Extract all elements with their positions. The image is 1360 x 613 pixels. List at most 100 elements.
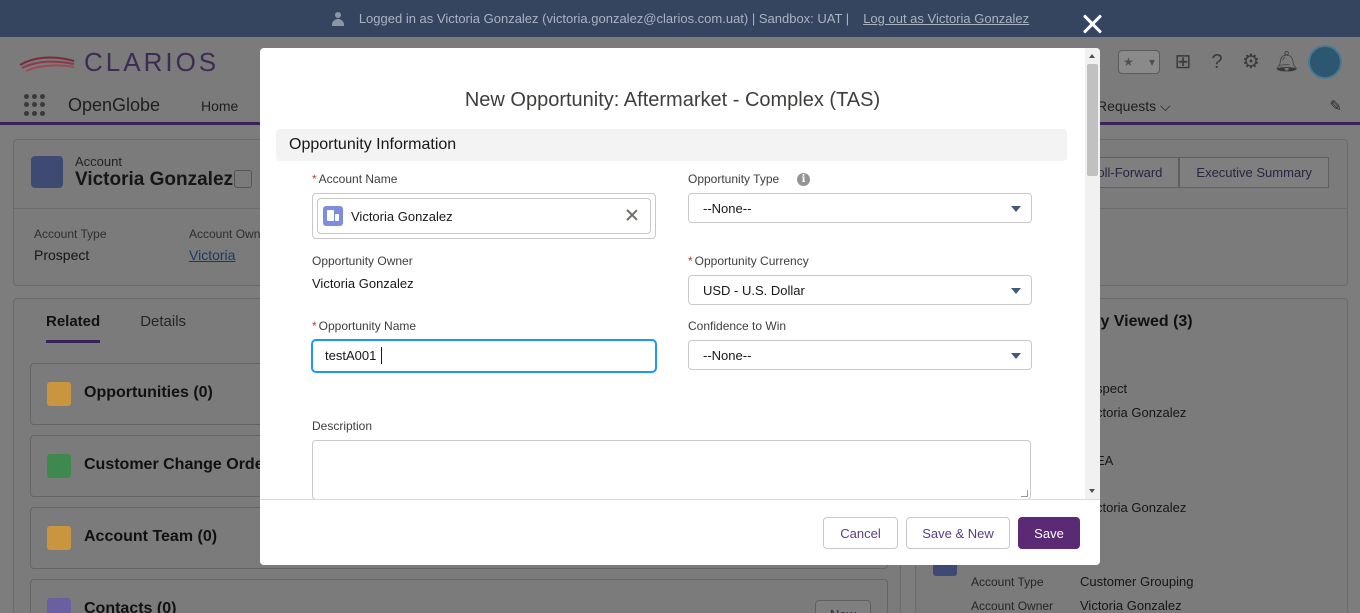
gear-icon[interactable]: ⚙ <box>1240 51 1262 73</box>
related-list-title[interactable]: Customer Change Orde <box>84 456 264 474</box>
opportunity-name-value: testA001 <box>325 348 377 363</box>
chevron-down-icon: ⌵ <box>1160 98 1171 114</box>
related-list-title[interactable]: Contacts (0) <box>84 600 176 613</box>
save-button[interactable]: Save <box>1018 517 1080 549</box>
owner-label: Opportunity Owner <box>312 254 413 268</box>
scroll-thumb[interactable] <box>1087 64 1098 176</box>
hierarchy-icon[interactable] <box>234 170 252 188</box>
contact-icon <box>47 598 71 613</box>
account-name-label: * Account Name <box>312 172 397 186</box>
recent-field-label: Account Type <box>971 575 1044 589</box>
recently-viewed-title: ly Viewed (3) <box>1096 313 1193 330</box>
account-name-label-text: Account Name <box>318 172 398 186</box>
related-list-card: Contacts (0) New <box>30 579 888 613</box>
opportunity-type-label: Opportunity Type <box>688 172 780 186</box>
chevron-down-icon <box>1011 206 1021 212</box>
owner-value: Victoria Gonzalez <box>312 276 414 291</box>
star-icon: ★ <box>1123 55 1134 69</box>
account-pill[interactable]: Victoria Gonzalez <box>317 198 651 234</box>
global-add-icon[interactable]: ⊞ <box>1172 51 1194 73</box>
help-icon[interactable]: ? <box>1206 51 1228 73</box>
modal-title: New Opportunity: Aftermarket - Complex (… <box>464 89 881 111</box>
logout-link[interactable]: Log out as Victoria Gonzalez <box>863 11 1029 26</box>
account-icon <box>31 156 63 188</box>
recent-field-value: Customer Grouping <box>1080 574 1194 589</box>
opportunity-name-label-text: Opportunity Name <box>318 319 417 333</box>
resize-grip-icon[interactable] <box>1021 490 1028 497</box>
recent-item-text[interactable]: ctoria Gonzalez <box>1096 405 1186 420</box>
tab-related[interactable]: Related <box>46 313 101 343</box>
favorites-button[interactable]: ★ ▾ <box>1118 50 1160 74</box>
tab-details[interactable]: Details <box>140 313 186 343</box>
app-name: OpenGlobe <box>68 95 161 115</box>
banner-text: Logged in as Victoria Gonzalez (victoria… <box>358 11 850 26</box>
description-label: Description <box>312 419 373 433</box>
opportunity-type-value: --None-- <box>703 201 752 216</box>
nav-item-requests[interactable]: Requests ⌵ <box>1097 98 1171 115</box>
info-icon[interactable]: i <box>797 173 810 186</box>
related-list-title[interactable]: Opportunities (0) <box>84 384 213 402</box>
currency-select[interactable]: USD - U.S. Dollar <box>688 275 1032 305</box>
cancel-button[interactable]: Cancel <box>823 517 898 549</box>
account-icon <box>323 206 343 226</box>
scroll-up-icon[interactable] <box>1089 54 1095 58</box>
confidence-value: --None-- <box>703 348 752 363</box>
login-as-banner: Logged in as Victoria Gonzalez (victoria… <box>0 0 1360 37</box>
modal-body: New Opportunity: Aftermarket - Complex (… <box>260 48 1085 499</box>
account-owner-link[interactable]: Victoria <box>189 247 235 263</box>
team-icon <box>47 526 71 550</box>
chevron-down-icon <box>1011 288 1021 294</box>
highlight-value: Prospect <box>34 247 90 263</box>
recent-item-text[interactable]: ctoria Gonzalez <box>1096 500 1186 515</box>
related-list-title[interactable]: Account Team (0) <box>84 528 217 546</box>
nav-item-home[interactable]: Home <box>201 98 238 114</box>
new-contact-button[interactable]: New <box>814 600 871 613</box>
chevron-down-icon <box>1011 353 1021 359</box>
change-order-icon <box>47 454 71 478</box>
bell-icon[interactable]: 🔔︎ <box>1274 51 1299 73</box>
nav-item-requests-label: Requests <box>1097 98 1157 114</box>
chevron-down-icon: ▾ <box>1148 55 1155 69</box>
required-marker: * <box>688 254 693 268</box>
currency-value: USD - U.S. Dollar <box>703 283 805 298</box>
account-pill-label: Victoria Gonzalez <box>351 208 453 224</box>
description-textarea[interactable] <box>312 440 1031 499</box>
modal-scrollbar[interactable] <box>1085 48 1100 499</box>
scroll-down-icon[interactable] <box>1089 489 1095 493</box>
header-button-group: Roll-Forward Executive Summary <box>1071 157 1329 188</box>
opportunity-name-label: * Opportunity Name <box>312 319 416 333</box>
section-header[interactable]: Opportunity Information <box>276 129 1067 161</box>
save-and-new-button[interactable]: Save & New <box>906 517 1010 549</box>
avatar[interactable] <box>1308 45 1342 79</box>
highlight-label: Account Type <box>34 227 107 241</box>
recent-item-text: spect <box>1096 381 1128 396</box>
clarios-logo[interactable]: CLARIOS <box>18 47 219 78</box>
recent-field-label: Account Owner <box>971 599 1054 613</box>
logo-swoosh-icon <box>19 56 75 72</box>
edit-nav-icon[interactable]: ✎ <box>1329 97 1342 115</box>
highlight-label: Account Owner <box>189 227 272 241</box>
currency-label-text: Opportunity Currency <box>694 254 809 268</box>
clear-selection-icon[interactable] <box>626 209 638 221</box>
record-title: Victoria Gonzalez <box>75 169 234 190</box>
close-modal-icon[interactable] <box>1079 11 1105 37</box>
object-label: Account <box>75 154 122 169</box>
required-marker: * <box>312 172 317 186</box>
currency-label: * Opportunity Currency <box>688 254 809 268</box>
section-title: Opportunity Information <box>289 136 457 153</box>
app-launcher-icon[interactable] <box>24 94 46 116</box>
confidence-select[interactable]: --None-- <box>688 340 1032 370</box>
required-marker: * <box>312 319 317 333</box>
text-cursor <box>381 347 382 364</box>
opportunity-type-select[interactable]: --None-- <box>688 193 1032 223</box>
opportunity-name-input[interactable]: testA001 <box>312 340 656 372</box>
opportunity-icon <box>47 382 71 406</box>
recent-field-value[interactable]: Victoria Gonzalez <box>1080 598 1182 613</box>
logo-text: CLARIOS <box>84 47 220 77</box>
user-icon <box>331 11 345 26</box>
modal-footer: Cancel Save & New Save <box>260 499 1100 565</box>
confidence-label: Confidence to Win <box>688 319 787 333</box>
new-opportunity-modal: New Opportunity: Aftermarket - Complex (… <box>260 48 1100 565</box>
account-name-lookup[interactable]: Victoria Gonzalez <box>312 193 656 239</box>
executive-summary-button[interactable]: Executive Summary <box>1179 157 1329 188</box>
